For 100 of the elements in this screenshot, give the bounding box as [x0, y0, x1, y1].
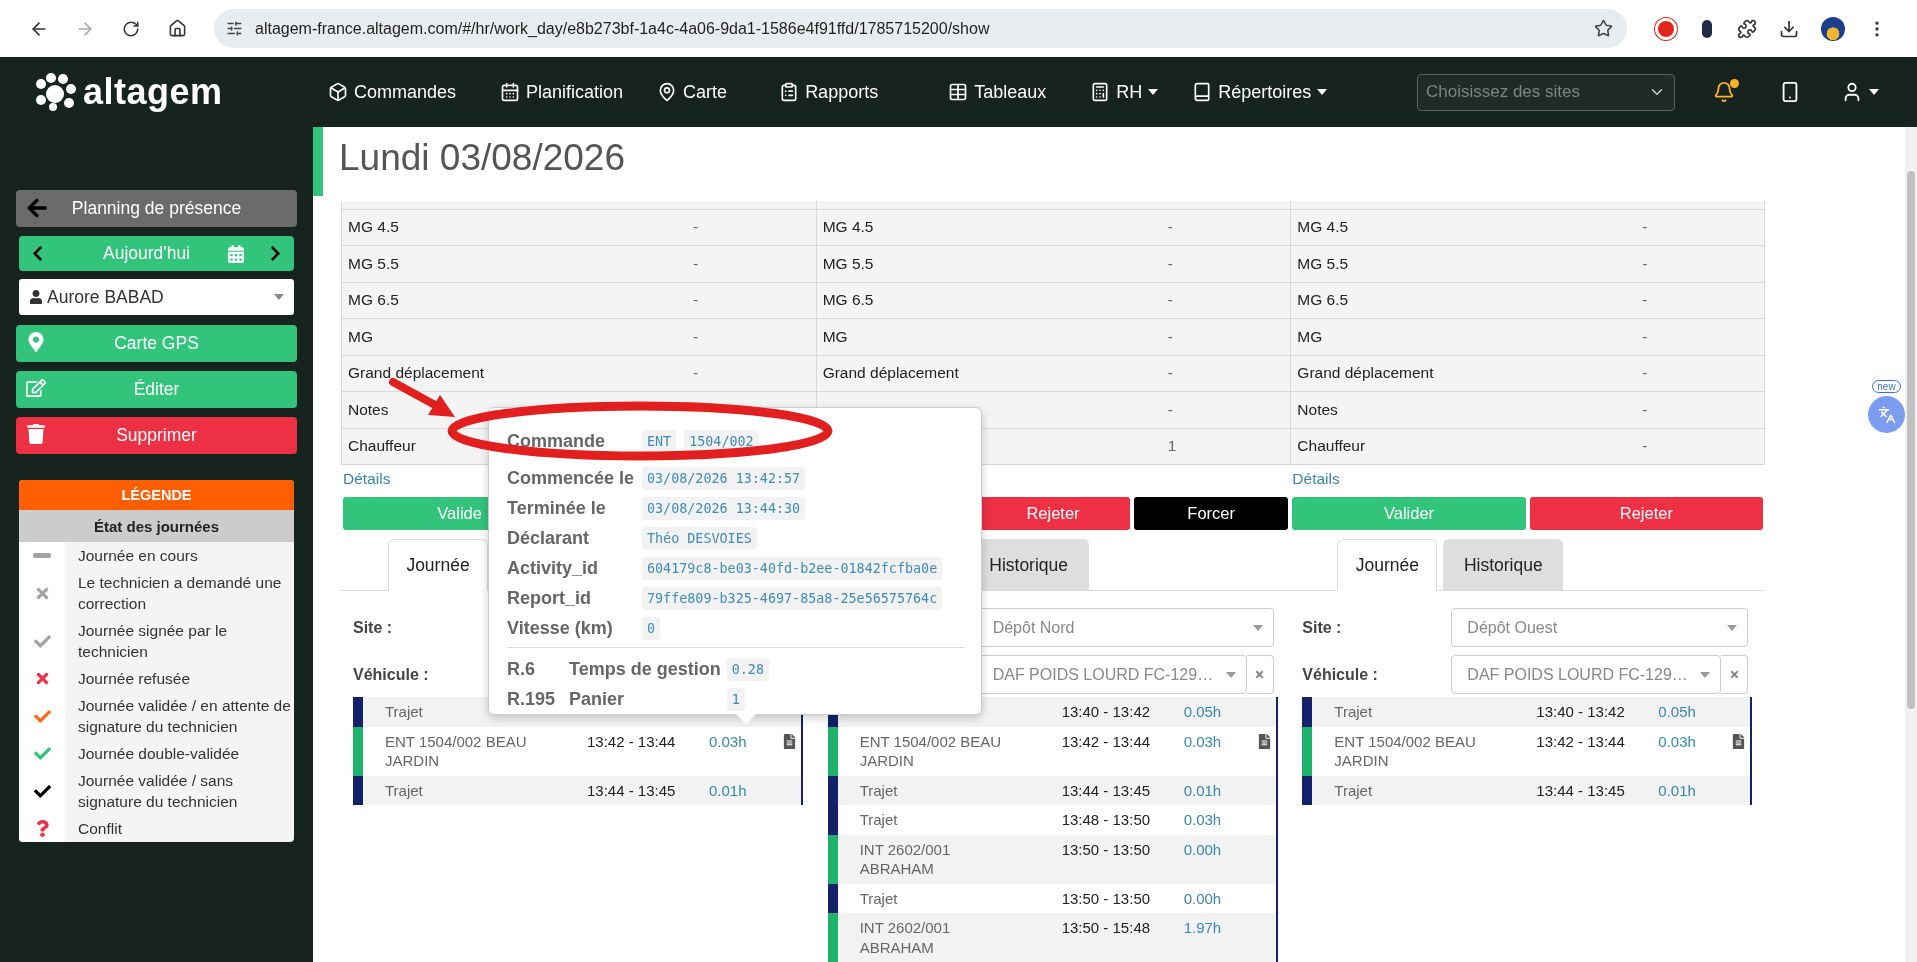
table-cell-text: 1 — [1166, 437, 1178, 456]
table-cell-text: - — [1641, 400, 1649, 419]
table-cell-text: Notes — [1296, 400, 1338, 418]
table-cell-text: MG 6.5 — [821, 291, 874, 309]
activity-time: 13:44 - 13:45 — [587, 780, 677, 800]
activity-time: 13:50 - 13:50 — [1061, 888, 1152, 908]
table-cell-text: MG 5.5 — [347, 254, 399, 272]
legend-label: Journée double-validée — [77, 744, 241, 764]
activity-name: Trajet — [859, 888, 899, 908]
activity-duration: 1.97h — [1183, 918, 1223, 938]
field-label: Véhicule : — [1302, 665, 1379, 684]
activity-time: 13:48 - 13:50 — [1061, 810, 1152, 830]
activity-name: Trajet — [859, 780, 899, 800]
activity-duration: 0.01h — [1183, 780, 1223, 800]
activity-name: Trajet — [385, 780, 424, 800]
activity-time: 13:50 - 13:50 — [1061, 839, 1152, 860]
table-cell-text: - — [1166, 364, 1174, 383]
table-cell-text: - — [1641, 364, 1649, 383]
table-cell-text: - — [1641, 327, 1649, 346]
tooltip-label: Vitesse (km) — [507, 617, 614, 639]
table-cell-text: - — [1641, 437, 1649, 456]
activity-time: 13:44 - 13:45 — [1061, 780, 1152, 800]
table-cell-text: Grand déplacement — [1296, 364, 1434, 382]
activity-duration: 0.05h — [1658, 702, 1697, 722]
code-value: 0 — [642, 616, 661, 640]
table-cell-text: - — [1641, 291, 1649, 310]
legend-title: LÉGENDE — [19, 480, 294, 510]
table-cell-text: Notes — [347, 400, 389, 418]
tooltip-label: Commande — [507, 430, 606, 452]
activity-name: Trajet — [1334, 702, 1374, 722]
activity-time: 13:42 - 13:44 — [1061, 731, 1152, 752]
table-cell-text: Chauffeur — [1296, 437, 1366, 455]
legend-label: Journée validée / sans signature du technicien — [77, 771, 239, 812]
table-cell-text: - — [692, 254, 700, 273]
table-cell-text: MG 4.5 — [821, 218, 874, 236]
table-cell-text: MG — [821, 327, 848, 345]
activity-duration: 0.01h — [709, 780, 748, 800]
activity-time: 13:50 - 15:48 — [1061, 918, 1152, 938]
field-label: Site : — [353, 618, 394, 637]
activity-name: ENT 1504/002 BEAU JARDIN — [1334, 731, 1477, 771]
table-cell-text: - — [692, 327, 700, 346]
table-cell-text: MG 4.5 — [347, 218, 399, 236]
code-value: 0.28 — [726, 657, 769, 681]
activity-time: 13:44 - 13:45 — [1536, 780, 1626, 800]
field-label: Site : — [1302, 618, 1343, 637]
legend-label: Conflit — [77, 819, 123, 839]
legend-subtitle: État des journées — [19, 510, 294, 542]
table-cell-text: - — [1166, 327, 1174, 346]
legend-label: Journée refusée — [77, 669, 192, 689]
table-cell-text: - — [692, 218, 700, 237]
activity-time: 13:40 - 13:42 — [1061, 702, 1152, 722]
activity-name: ENT 1504/002 BEAU JARDIN — [859, 731, 1003, 771]
activity-time: 13:42 - 13:44 — [587, 731, 677, 752]
code-value: 03/08/2026 13:42:57 — [642, 466, 806, 490]
code-value: 03/08/2026 13:44:30 — [642, 496, 806, 520]
activity-duration: 0.01h — [1658, 780, 1697, 800]
table-cell-text: - — [692, 291, 700, 310]
legend-label: Journée en cours — [77, 546, 199, 566]
activity-time: 13:42 - 13:44 — [1536, 731, 1626, 752]
code-value: 79ffe809-b325-4697-85a8-25e56575764c — [642, 586, 943, 610]
tooltip-label: Déclarant — [507, 527, 591, 549]
activity-name: Trajet — [1334, 780, 1374, 800]
legend-label: Journée signée par le technicien — [77, 621, 229, 662]
tooltip-label: R.195 — [507, 688, 557, 710]
table-cell-text: Grand déplacement — [347, 364, 485, 382]
activity-name: ENT 1504/002 BEAU JARDIN — [385, 731, 528, 771]
code-value: ENT — [642, 429, 677, 453]
page-title: Lundi 03/08/2026 — [339, 137, 625, 179]
table-cell-text: - — [1166, 400, 1174, 419]
table-cell-text: Grand déplacement — [821, 364, 959, 382]
code-value: 1 — [726, 687, 745, 711]
table-cell-text: MG — [347, 327, 373, 345]
activity-duration: 0.05h — [1183, 702, 1223, 722]
table-cell-text: - — [1641, 218, 1649, 237]
code-value: Théo DESVOIES — [642, 526, 757, 550]
field-label: Véhicule : — [353, 665, 430, 684]
table-cell-text: Chauffeur — [347, 437, 416, 455]
legend-label: Journée validée / en attente de signature du technicien — [77, 696, 292, 737]
activity-duration: 0.00h — [1183, 888, 1223, 908]
date-label: Aujourd'hui — [102, 243, 191, 264]
table-cell-text: MG 5.5 — [821, 254, 874, 272]
tooltip-label: Temps de gestion — [569, 658, 721, 680]
table-cell-text: MG 5.5 — [1296, 254, 1349, 272]
tooltip-label: Activity_id — [507, 557, 600, 579]
activity-duration: 0.03h — [1183, 810, 1223, 830]
activity-duration: 0.03h — [709, 731, 748, 752]
activity-name: Trajet — [385, 702, 424, 722]
table-cell-text: - — [692, 364, 700, 383]
activity-name: INT 2602/001 ABRAHAM — [859, 839, 952, 879]
tooltip-label: Panier — [569, 688, 626, 710]
table-cell-text: - — [1166, 291, 1174, 310]
code-value: 604179c8-be03-40fd-b2ee-01842fcfba0e — [642, 556, 943, 580]
activity-duration: 0.03h — [1183, 731, 1223, 752]
table-cell-text: - — [1166, 254, 1174, 273]
table-cell-text: - — [1166, 218, 1174, 237]
url-text: altagem-france.altagem.com/#/hr/work_day/e8b273bf-1a4c-4a06-9da1-1586e4f91ffd/1785715200/show — [255, 19, 991, 38]
activity-time: 13:40 - 13:42 — [1536, 702, 1626, 722]
activity-name: INT 2602/001 ABRAHAM — [859, 918, 952, 957]
table-cell-text: MG 6.5 — [1296, 291, 1349, 309]
table-cell-text: - — [1641, 254, 1649, 273]
